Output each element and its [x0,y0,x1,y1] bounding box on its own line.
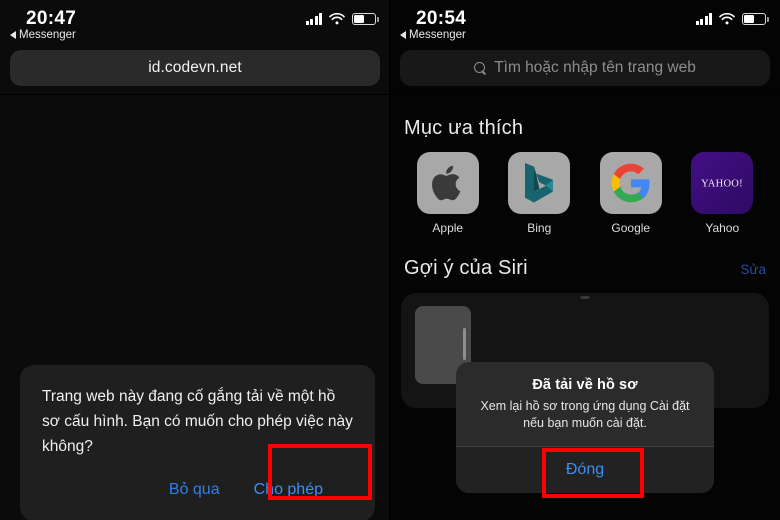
status-clock: 20:54 [416,8,467,29]
allow-button[interactable]: Cho phép [248,477,329,503]
battery-icon [352,13,379,25]
favorite-label: Google [611,221,651,235]
close-button[interactable]: Đóng [456,447,714,493]
favorite-label: Yahoo [705,221,740,235]
cellular-signal-icon [305,13,322,25]
back-to-messenger-link[interactable]: Messenger [10,29,76,41]
favorites-grid: Apple Bing Google YAHOO! Yahoo [390,152,780,235]
favorites-header: Mục ưa thích [390,117,780,140]
ignore-button[interactable]: Bỏ qua [163,477,226,503]
svg-text:YAHOO!: YAHOO! [701,179,743,190]
card-notch-icon [580,296,590,299]
back-arrow-icon [10,31,16,39]
alert-title: Đã tải về hồ sơ [532,377,638,393]
yahoo-logo-icon: YAHOO! [691,152,754,214]
favorite-item-bing[interactable]: Bing [494,152,586,235]
alert-body: Đã tải về hồ sơ Xem lại hồ sơ trong ứng … [456,362,714,446]
back-arrow-icon [400,31,406,39]
status-indicators [695,13,769,25]
favorites-title: Mục ưa thích [404,117,524,139]
back-link-label: Messenger [19,29,76,41]
status-bar-right: 20:54 Messenger [390,0,780,46]
divider [390,94,780,95]
back-link-label: Messenger [409,29,466,41]
siri-header: Gợi ý của Siri Sửa [390,257,780,280]
search-input[interactable]: Tìm hoặc nhập tên trang web [400,50,770,86]
panel-divider [389,0,391,520]
siri-edit-button[interactable]: Sửa [740,262,766,277]
right-phone-screen: 20:54 Messenger Tìm hoặc nhập tên trang … [390,0,780,520]
back-to-messenger-link[interactable]: Messenger [400,29,466,41]
profile-downloaded-alert: Đã tải về hồ sơ Xem lại hồ sơ trong ứng … [456,362,714,493]
favorite-item-yahoo[interactable]: YAHOO! Yahoo [677,152,769,235]
configuration-profile-alert: Trang web này đang cố gắng tải về một hồ… [20,365,375,520]
favorite-label: Bing [527,221,552,235]
status-bar-left: 20:47 Messenger [0,0,390,46]
alert-subtitle: Xem lại hồ sơ trong ứng dụng Cài đặt nếu… [480,399,690,430]
address-bar-value: id.codevn.net [148,59,242,76]
apple-logo-icon [416,152,479,214]
favorite-item-google[interactable]: Google [585,152,677,235]
bing-logo-icon [508,152,571,214]
address-bar[interactable]: id.codevn.net [10,50,380,86]
battery-icon [742,13,769,25]
screenshot-root: 20:47 Messenger id.codevn.net Trang web … [0,0,780,520]
favorite-label: Apple [432,221,464,235]
alert-actions: Bỏ qua Cho phép [42,459,353,520]
cellular-signal-icon [695,13,712,25]
status-clock: 20:47 [26,8,77,29]
left-phone-screen: 20:47 Messenger id.codevn.net Trang web … [0,0,390,520]
wifi-icon [719,13,735,25]
wifi-icon [329,13,345,25]
google-logo-icon [599,152,662,214]
siri-title: Gợi ý của Siri [404,257,528,279]
favorite-item-apple[interactable]: Apple [402,152,494,235]
search-placeholder: Tìm hoặc nhập tên trang web [494,59,696,76]
alert-message: Trang web này đang cố gắng tải về một hồ… [42,388,353,455]
search-icon [474,61,487,75]
divider [0,94,390,95]
status-indicators [305,13,379,25]
